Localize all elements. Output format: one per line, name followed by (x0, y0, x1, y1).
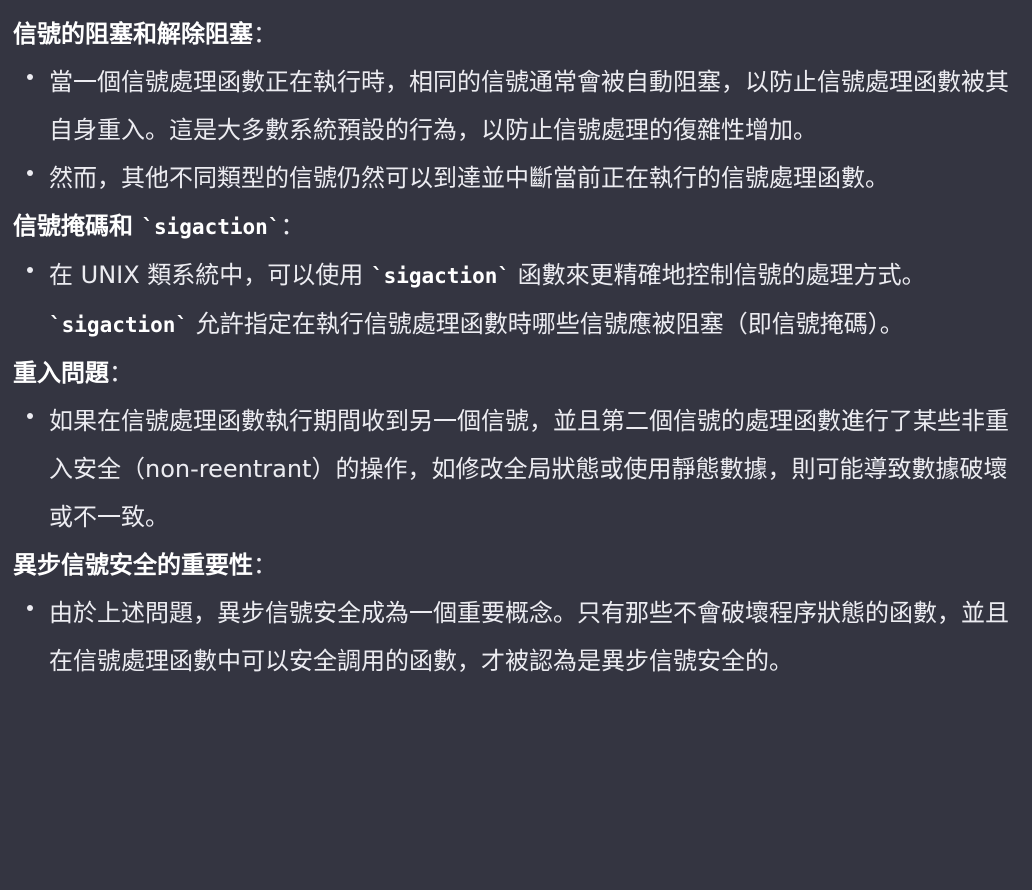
section-heading-signal-mask: 信號掩碼和 `sigaction`： (13, 202, 1019, 251)
heading-colon: ： (253, 20, 277, 48)
list-item: 在 UNIX 類系統中，可以使用 `sigaction` 函數來更精確地控制信號… (13, 251, 1019, 349)
list-item: 當一個信號處理函數正在執行時，相同的信號通常會被自動阻塞，以防止信號處理函數被其… (13, 58, 1019, 154)
bullet-list: 如果在信號處理函數執行期間收到另一個信號，並且第二個信號的處理函數進行了某些非重… (13, 397, 1019, 541)
section-heading-reentrancy: 重入問題： (13, 349, 1019, 397)
bullet-list: 在 UNIX 類系統中，可以使用 `sigaction` 函數來更精確地控制信號… (13, 251, 1019, 349)
list-item-text: 允許指定在執行信號處理函數時哪些信號應被阻塞（即信號掩碼）。 (188, 310, 904, 338)
bullet-icon (27, 170, 33, 176)
chat-message-content: 信號的阻塞和解除阻塞： 當一個信號處理函數正在執行時，相同的信號通常會被自動阻塞… (0, 0, 1019, 685)
bullet-icon (27, 605, 33, 611)
list-item: 然而，其他不同類型的信號仍然可以到達並中斷當前正在執行的信號處理函數。 (13, 154, 1019, 202)
section-heading-text: 異步信號安全的重要性 (13, 551, 253, 579)
inline-code: `sigaction` (49, 313, 189, 337)
section-heading-text: 重入問題 (13, 359, 109, 387)
heading-colon: ： (253, 551, 277, 579)
bullet-icon (27, 267, 33, 273)
bullet-icon (27, 74, 33, 80)
bullet-list: 當一個信號處理函數正在執行時，相同的信號通常會被自動阻塞，以防止信號處理函數被其… (13, 58, 1019, 202)
bullet-list: 由於上述問題，異步信號安全成為一個重要概念。只有那些不會破壞程序狀態的函數，並且… (13, 589, 1019, 685)
list-item-text: 如果在信號處理函數執行期間收到另一個信號，並且第二個信號的處理函數進行了某些非重… (49, 407, 1009, 531)
list-item-text: 當一個信號處理函數正在執行時，相同的信號通常會被自動阻塞，以防止信號處理函數被其… (49, 68, 1009, 144)
section-heading-text: 信號掩碼和 (13, 212, 142, 240)
list-item-text: 然而，其他不同類型的信號仍然可以到達並中斷當前正在執行的信號處理函數。 (49, 164, 889, 192)
list-item-text: 在 UNIX 類系統中，可以使用 (49, 261, 371, 289)
section-heading-async-safety: 異步信號安全的重要性： (13, 541, 1019, 589)
section-heading-text: 信號的阻塞和解除阻塞 (13, 20, 253, 48)
list-item: 如果在信號處理函數執行期間收到另一個信號，並且第二個信號的處理函數進行了某些非重… (13, 397, 1019, 541)
list-item: 由於上述問題，異步信號安全成為一個重要概念。只有那些不會破壞程序狀態的函數，並且… (13, 589, 1019, 685)
heading-colon: ： (280, 212, 305, 240)
inline-code: `sigaction` (370, 264, 511, 288)
section-heading-signal-blocking: 信號的阻塞和解除阻塞： (13, 10, 1019, 58)
inline-code: `sigaction` (141, 215, 281, 239)
list-item-text: 函數來更精確地控制信號的處理方式。 (510, 261, 926, 289)
list-item-text: 由於上述問題，異步信號安全成為一個重要概念。只有那些不會破壞程序狀態的函數，並且… (49, 599, 1009, 675)
heading-colon: ： (109, 359, 133, 387)
bullet-icon (27, 413, 33, 419)
